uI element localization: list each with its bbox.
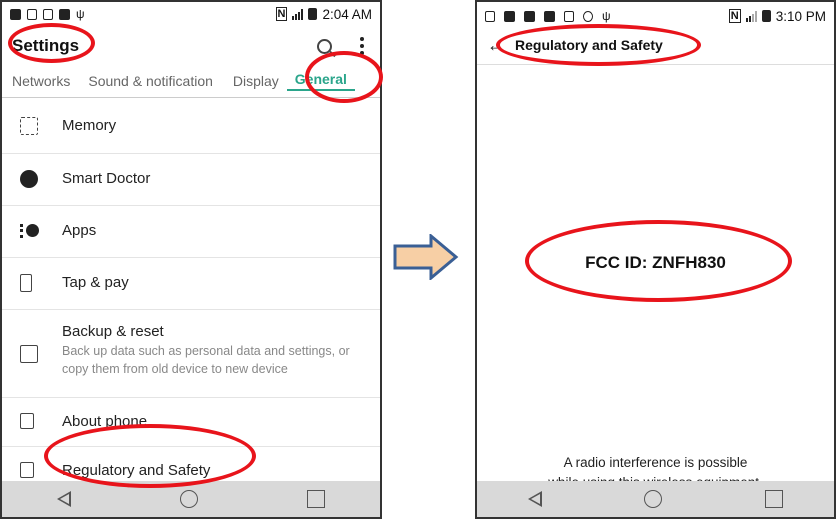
lg-notification-icon <box>524 10 535 22</box>
eye-notification-icon <box>583 10 593 22</box>
right-phone-screen: ψ N 3:10 PM ← Regulatory and Safety FCC … <box>475 0 836 519</box>
list-item-label: Apps <box>62 222 97 239</box>
back-arrow-icon[interactable]: ← <box>487 35 505 56</box>
list-item-label: Regulatory and Safety <box>62 462 211 479</box>
back-nav-icon[interactable] <box>56 491 71 507</box>
status-time: 3:10 PM <box>775 8 826 24</box>
usb-icon: ψ <box>76 7 85 21</box>
usb-icon: ψ <box>602 9 611 23</box>
memory-chip-icon <box>20 117 38 135</box>
list-item-label: About phone <box>62 413 148 430</box>
list-item-about-phone[interactable]: About phone <box>2 398 380 447</box>
status-time: 2:04 AM <box>322 6 372 22</box>
info-icon <box>20 413 34 429</box>
screen-notification-icon <box>564 10 574 22</box>
list-item-apps[interactable]: Apps <box>2 206 380 258</box>
tab-general[interactable]: General <box>286 71 355 91</box>
notification-icons: ψ <box>10 7 85 21</box>
list-item-smart-doctor[interactable]: Smart Doctor <box>2 154 380 206</box>
settings-list: Memory Smart Doctor Apps Tap & pay Backu… <box>2 98 380 497</box>
screen-notification-icon <box>43 8 53 20</box>
home-nav-icon[interactable] <box>644 490 663 508</box>
tab-sound-notification[interactable]: Sound & notification <box>78 73 221 89</box>
list-item-label: Memory <box>62 117 117 134</box>
page-title: Settings <box>12 36 80 55</box>
recents-nav-icon[interactable] <box>307 490 326 508</box>
nfc-icon: N <box>275 7 288 21</box>
signal-icon <box>745 10 757 22</box>
app-bar-divider <box>477 64 834 65</box>
list-item-label: Tap & pay <box>62 274 129 291</box>
camera-notification-icon <box>504 10 515 22</box>
list-item-memory[interactable]: Memory <box>2 98 380 154</box>
left-phone-screen: ψ N 2:04 AM Settings Networks Sound & no… <box>0 0 382 519</box>
cloud-notification-icon <box>544 10 555 22</box>
android-notification-icon <box>59 8 70 20</box>
settings-tabs: Networks Sound & notification Display Ge… <box>2 68 380 94</box>
status-right: N 3:10 PM <box>728 8 826 24</box>
nfc-icon: N <box>728 9 741 23</box>
image-notification-icon <box>27 8 37 20</box>
app-bar: Settings <box>2 27 380 65</box>
list-item-description: Back up data such as personal data and s… <box>62 344 350 376</box>
battery-icon <box>308 8 318 20</box>
tab-display[interactable]: Display <box>221 73 287 89</box>
tab-networks[interactable]: Networks <box>4 73 78 89</box>
more-options-icon[interactable] <box>354 37 370 55</box>
list-item-label: Backup & reset <box>62 323 164 340</box>
search-icon[interactable] <box>317 38 332 54</box>
signal-icon <box>292 8 304 20</box>
navigation-bar <box>2 481 380 517</box>
menu-notification-icon <box>10 8 21 20</box>
status-bar: ψ N 2:04 AM <box>2 2 380 26</box>
regulatory-icon <box>20 462 34 478</box>
status-right: N 2:04 AM <box>275 6 372 22</box>
backup-icon <box>20 345 38 363</box>
recents-nav-icon[interactable] <box>764 490 783 508</box>
navigation-bar <box>477 481 834 517</box>
fcc-id-text: FCC ID: ZNFH830 <box>585 253 726 272</box>
image-notification-icon <box>485 10 495 22</box>
list-item-tap-pay[interactable]: Tap & pay <box>2 258 380 310</box>
home-nav-icon[interactable] <box>179 490 198 508</box>
right-arrow-icon <box>393 234 459 280</box>
tap-pay-icon <box>20 274 32 292</box>
page-title: Regulatory and Safety <box>515 37 663 53</box>
notification-icons: ψ <box>485 9 611 23</box>
app-bar: ← Regulatory and Safety <box>477 30 834 60</box>
battery-icon <box>761 10 771 22</box>
interference-line-1: A radio interference is possible <box>563 455 748 470</box>
list-item-label: Smart Doctor <box>62 170 151 187</box>
list-item-backup-reset[interactable]: Backup & reset Back up data such as pers… <box>2 310 380 398</box>
apps-icon <box>20 222 39 240</box>
smart-doctor-icon <box>20 170 38 188</box>
back-nav-icon[interactable] <box>528 491 543 507</box>
status-bar: ψ N 3:10 PM <box>477 4 834 28</box>
